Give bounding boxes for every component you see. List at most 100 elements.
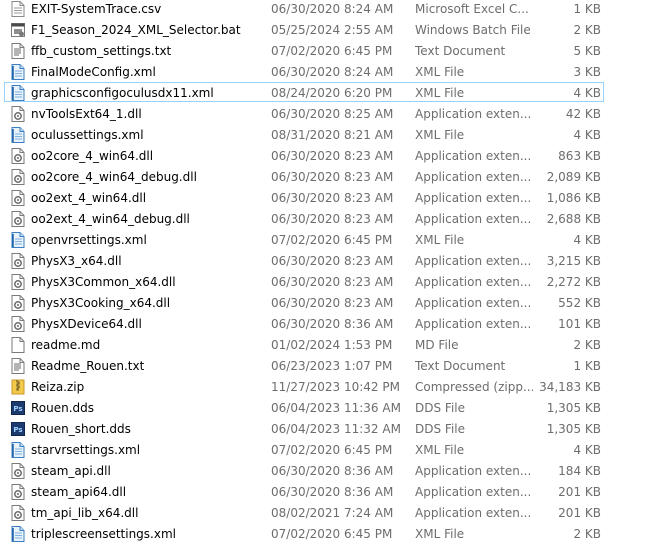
file-size: 201 KB (558, 506, 601, 520)
dll-file-icon (11, 295, 25, 311)
file-row[interactable]: openvrsettings.xml 07/02/2020 6:45 PM XML … (4, 229, 604, 249)
file-row[interactable]: readme.md 01/02/2024 1:53 PM MD File 2 KB (4, 334, 604, 354)
file-size: 552 KB (558, 296, 601, 310)
file-size: 1 KB (573, 2, 601, 16)
file-date-modified: 08/31/2020 8:21 AM (271, 128, 394, 142)
file-name: oculussettings.xml (31, 128, 144, 142)
file-size: 4 KB (573, 128, 601, 142)
file-row[interactable]: oo2ext_4_win64.dll 06/30/2020 8:23 AM Appl… (4, 187, 604, 207)
file-row[interactable]: nvToolsExt64_1.dll 06/30/2020 8:25 AM Appl… (4, 103, 604, 123)
file-type: Microsoft Excel C... (415, 2, 529, 16)
file-name: oo2core_4_win64.dll (31, 149, 154, 163)
file-date-modified: 08/24/2020 6:20 PM (271, 86, 393, 100)
file-type: Text Document (415, 44, 506, 58)
file-row[interactable]: EXIT-SystemTrace.csv 06/30/2020 8:24 AM Mi… (4, 0, 604, 18)
file-type: Application exten... (415, 170, 532, 184)
file-type: Application exten... (415, 296, 532, 310)
file-size: 2 KB (573, 23, 601, 37)
file-row[interactable]: FinalModeConfig.xml 06/30/2020 8:24 AM XML… (4, 61, 604, 81)
file-name: Reiza.zip (31, 380, 85, 394)
file-size: 1,086 KB (546, 191, 601, 205)
file-date-modified: 01/02/2024 1:53 PM (271, 338, 393, 352)
file-date-modified: 06/30/2020 8:36 AM (271, 317, 394, 331)
file-type: Text Document (415, 359, 506, 373)
file-date-modified: 11/27/2023 10:42 PM (271, 380, 400, 394)
file-row[interactable]: graphicsconfigoculusdx11.xml 08/24/2020 6… (4, 82, 604, 102)
file-date-modified: 07/02/2020 6:45 PM (271, 527, 393, 541)
file-date-modified: 06/04/2023 11:32 AM (271, 422, 401, 436)
file-type: Application exten... (415, 275, 532, 289)
file-name: steam_api64.dll (31, 485, 127, 499)
file-date-modified: 07/02/2020 6:45 PM (271, 44, 393, 58)
file-type: XML File (415, 443, 465, 457)
file-type: MD File (415, 338, 459, 352)
file-name: steam_api.dll (31, 464, 111, 478)
file-name: F1_Season_2024_XML_Selector.bat (31, 23, 241, 37)
file-type: DDS File (415, 422, 465, 436)
file-row[interactable]: PhysXDevice64.dll 06/30/2020 8:36 AM Appli… (4, 313, 604, 333)
file-size: 5 KB (573, 44, 601, 58)
file-date-modified: 05/25/2024 2:55 AM (271, 23, 394, 37)
xml-file-icon (11, 526, 25, 542)
file-name: PhysX3Common_x64.dll (31, 275, 176, 289)
photoshop-file-icon: Ps (11, 421, 25, 437)
file-size: 863 KB (558, 149, 601, 163)
file-name: Readme_Rouen.txt (31, 359, 145, 373)
dll-file-icon (11, 190, 25, 206)
file-row[interactable]: oo2ext_4_win64_debug.dll 06/30/2020 8:23 … (4, 208, 604, 228)
file-type: DDS File (415, 401, 465, 415)
file-row[interactable]: PhysX3_x64.dll 06/30/2020 8:23 AM Applicat… (4, 250, 604, 270)
file-type: XML File (415, 128, 465, 142)
file-row[interactable]: triplescreensettings.xml 07/02/2020 6:45 … (4, 523, 604, 543)
file-name: oo2ext_4_win64_debug.dll (31, 212, 190, 226)
file-type: XML File (415, 233, 465, 247)
batch-file-icon (11, 22, 25, 38)
file-row[interactable]: steam_api64.dll 06/30/2020 8:36 AM Applica… (4, 481, 604, 501)
xml-file-icon (11, 442, 25, 458)
file-list: EXIT-SystemTrace.csv 06/30/2020 8:24 AM Mi… (0, 0, 671, 550)
file-row[interactable]: ffb_custom_settings.txt 07/02/2020 6:45 P… (4, 40, 604, 60)
text-file-icon (11, 358, 25, 374)
file-size: 2,688 KB (546, 212, 601, 226)
file-row[interactable]: F1_Season_2024_XML_Selector.bat 05/25/202… (4, 19, 604, 39)
file-size: 2 KB (573, 338, 601, 352)
file-type: Compressed (zipp... (415, 380, 533, 394)
file-row[interactable]: steam_api.dll 06/30/2020 8:36 AM Applicati… (4, 460, 604, 480)
file-row[interactable]: Reiza.zip 11/27/2023 10:42 PM Compressed (… (4, 376, 604, 396)
file-row[interactable]: starvrsettings.xml 07/02/2020 6:45 PM XML … (4, 439, 604, 459)
file-row[interactable]: Ps Rouen.dds 06/04/2023 11:36 AM DDS File 1,… (4, 397, 604, 417)
file-date-modified: 06/30/2020 8:36 AM (271, 485, 394, 499)
file-size: 42 KB (565, 107, 601, 121)
text-file-icon (11, 43, 25, 59)
file-date-modified: 06/30/2020 8:23 AM (271, 275, 394, 289)
file-type: Application exten... (415, 485, 532, 499)
file-date-modified: 06/30/2020 8:23 AM (271, 296, 394, 310)
file-type: Application exten... (415, 506, 532, 520)
file-row[interactable]: Ps Rouen_short.dds 06/04/2023 11:32 AM DDS … (4, 418, 604, 438)
file-row[interactable]: oo2core_4_win64_debug.dll 06/30/2020 8:23… (4, 166, 604, 186)
file-name: PhysX3Cooking_x64.dll (31, 296, 171, 310)
file-type: XML File (415, 65, 465, 79)
file-size: 1 KB (573, 359, 601, 373)
zip-folder-icon (11, 379, 25, 395)
file-date-modified: 06/30/2020 8:23 AM (271, 212, 394, 226)
file-row[interactable]: PhysX3Cooking_x64.dll 06/30/2020 8:23 AM A… (4, 292, 604, 312)
file-row[interactable]: PhysX3Common_x64.dll 06/30/2020 8:23 AM Ap… (4, 271, 604, 291)
file-row[interactable]: oculussettings.xml 08/31/2020 8:21 AM XML … (4, 124, 604, 144)
file-size: 2 KB (573, 527, 601, 541)
csv-file-icon (11, 1, 25, 17)
xml-file-icon (11, 127, 25, 143)
file-size: 4 KB (573, 86, 601, 100)
file-row[interactable]: oo2core_4_win64.dll 06/30/2020 8:23 AM App… (4, 145, 604, 165)
file-date-modified: 06/30/2020 8:23 AM (271, 170, 394, 184)
photoshop-file-icon: Ps (11, 400, 25, 416)
generic-file-icon (11, 337, 25, 353)
dll-file-icon (11, 463, 25, 479)
file-date-modified: 06/30/2020 8:23 AM (271, 149, 394, 163)
file-type: XML File (415, 86, 465, 100)
file-row[interactable]: tm_api_lib_x64.dll 08/02/2021 7:24 AM Appl… (4, 502, 604, 522)
file-name: PhysXDevice64.dll (31, 317, 142, 331)
file-size: 184 KB (558, 464, 601, 478)
svg-text:Ps: Ps (13, 405, 22, 413)
file-row[interactable]: Readme_Rouen.txt 06/23/2023 1:07 PM Text D… (4, 355, 604, 375)
